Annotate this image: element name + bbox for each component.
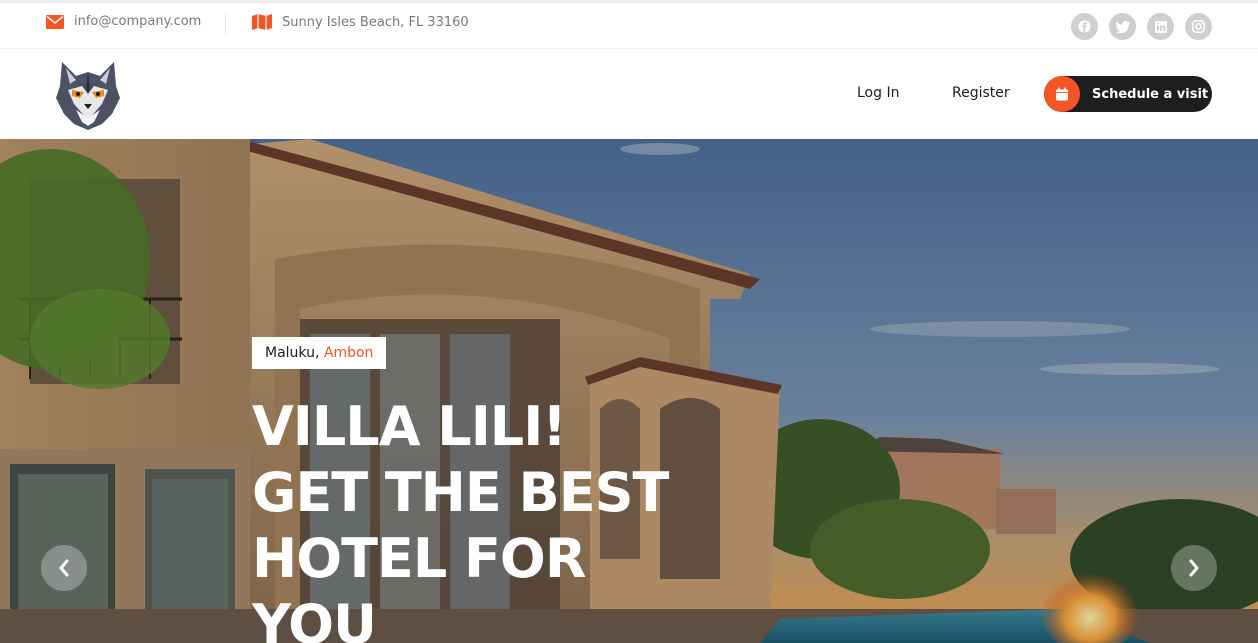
logo-icon[interactable] [56, 60, 120, 132]
location-badge: Maluku, Ambon [252, 337, 387, 369]
address-text: Sunny Isles Beach, FL 33160 [282, 14, 469, 30]
location-city: Ambon [323, 345, 374, 361]
hero-title-line-3: HOTEL FOR [252, 527, 586, 590]
hero-title-line-2: GET THE BEST [252, 461, 669, 524]
slider-prev-button[interactable] [41, 545, 87, 591]
location-region: Maluku, [265, 345, 320, 361]
social-links [1071, 13, 1212, 40]
register-link[interactable]: Register [952, 85, 1010, 101]
map-icon [252, 14, 272, 30]
login-link[interactable]: Log In [857, 85, 899, 101]
contact-address: Sunny Isles Beach, FL 33160 [252, 14, 469, 30]
hero-title-line-4: YOU [252, 593, 377, 643]
twitter-icon[interactable] [1109, 13, 1136, 40]
chevron-right-icon [1189, 559, 1199, 577]
schedule-visit-button[interactable]: Schedule a visit [1044, 76, 1212, 112]
schedule-icon-circle [1044, 76, 1080, 112]
divider [225, 12, 226, 36]
top-info-bar: info@company.com Sunny Isles Beach, FL 3… [0, 0, 1258, 49]
envelope-icon [46, 14, 64, 29]
chevron-left-icon [59, 559, 69, 577]
email-text: info@company.com [74, 14, 202, 29]
facebook-icon[interactable] [1071, 13, 1098, 40]
instagram-icon[interactable] [1185, 13, 1212, 40]
contact-email[interactable]: info@company.com [46, 14, 201, 29]
schedule-visit-label: Schedule a visit [1092, 86, 1209, 102]
slider-next-button[interactable] [1171, 545, 1217, 591]
linkedin-icon[interactable] [1147, 13, 1174, 40]
calendar-icon [1056, 87, 1068, 101]
hero-title: VILLA LILI! GET THE BEST HOTEL FOR YOU [252, 394, 772, 643]
hero-title-line-1: VILLA LILI! [252, 395, 567, 458]
main-navbar: Log In Register Schedule a visit [0, 49, 1258, 139]
hero-slider: Maluku, Ambon VILLA LILI! GET THE BEST H… [0, 139, 1258, 643]
